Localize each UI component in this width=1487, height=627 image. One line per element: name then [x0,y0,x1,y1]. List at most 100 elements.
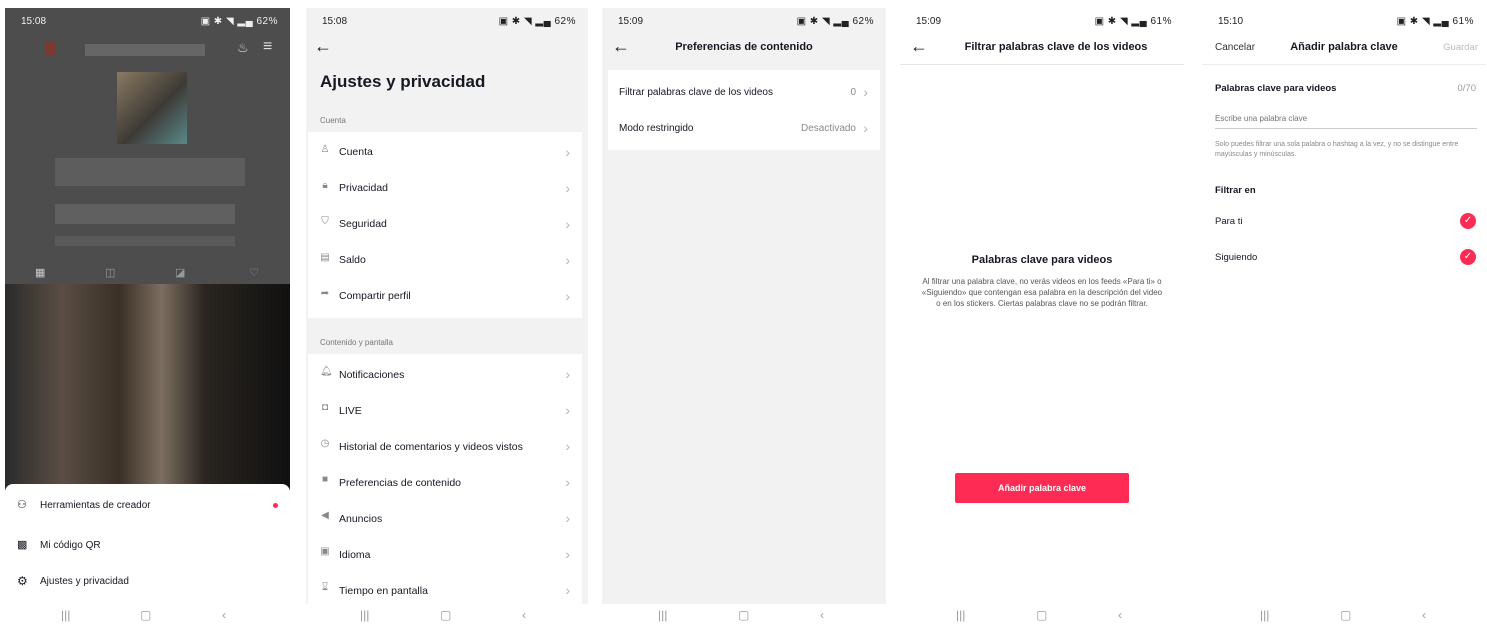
chevron-right-icon: › [565,216,570,232]
settings-item-live[interactable]: ◘ LIVE › [308,390,582,426]
chevron-right-icon: › [863,84,868,100]
settings-item-tiempo[interactable]: ⌛︎ Tiempo en pantalla › [308,570,582,606]
home-icon[interactable]: ▢ [440,608,451,622]
preferences-group: Filtrar palabras clave de los videos 0 ›… [608,70,880,150]
option-para-ti[interactable]: Para ti ✓ [1202,208,1486,236]
keyword-input[interactable] [1215,108,1477,129]
page-title: Filtrar palabras clave de los videos [964,41,1148,53]
screen-content-preferences: 15:09 ▣ ✱ ◥ ▂▄ 62% ← Preferencias de con… [602,8,886,626]
screen-profile: 15:08 ▣ ✱ ◥ ▂▄ 62% ♨ ≡ ▦ ◫ ◪ ♡ ⚇ Herrami… [5,8,290,626]
wallet-icon: ▤ [320,252,330,263]
settings-item-historial[interactable]: ◷ Historial de comentarios y videos vist… [308,426,582,462]
add-keyword-button[interactable]: Añadir palabra clave [955,473,1129,503]
back-icon[interactable]: ‹ [1422,608,1426,622]
status-battery: 62% [554,16,576,27]
menu-item-label: Ajustes y privacidad [40,576,129,587]
chevron-right-icon: › [565,474,570,490]
home-icon[interactable]: ▢ [738,608,749,622]
status-bar: 15:09 ▣ ✱ ◥ ▂▄ 62% [618,16,874,27]
back-icon[interactable]: ‹ [820,608,824,622]
status-time: 15:09 [916,16,942,27]
settings-item-preferencias[interactable]: ■ Preferencias de contenido › [308,462,582,498]
avatar[interactable] [117,72,187,144]
grid-tab-icon[interactable]: ▦ [35,266,45,279]
settings-item-compartir-perfil[interactable]: ➦ Compartir perfil › [308,276,582,312]
screen-keyword-filter: 15:09 ▣ ✱ ◥ ▂▄ 61% ← Filtrar palabras cl… [900,8,1184,626]
stats-blurred [55,158,245,186]
settings-item-saldo[interactable]: ▤ Saldo › [308,240,582,276]
repost-tab-icon[interactable]: ◪ [175,266,185,279]
home-icon[interactable]: ▢ [1036,608,1047,622]
chevron-right-icon: › [565,582,570,598]
status-time: 15:10 [1218,16,1244,27]
check-icon[interactable]: ✓ [1460,249,1476,265]
lock-tab-icon[interactable]: ◫ [105,266,115,279]
liked-tab-icon[interactable]: ♡ [249,266,259,279]
back-icon[interactable]: ‹ [1118,608,1122,622]
settings-item-privacidad[interactable]: 🔒︎ Privacidad › [308,168,582,204]
field-label: Palabras clave para videos [1215,83,1337,94]
clock-icon: ◷ [320,438,330,449]
settings-gear-icon: ⚙ [17,574,28,588]
status-bar: 15:08 ▣ ✱ ◥ ▂▄ 62% [322,16,576,27]
settings-item-cuenta[interactable]: ♙ Cuenta › [308,132,582,168]
live-icon: ◘ [321,402,329,413]
check-icon[interactable]: ✓ [1460,213,1476,229]
row-restricted-mode[interactable]: Modo restringido Desactivado › [608,110,880,150]
bio-blurred [55,236,235,246]
person-icon: ♙ [320,144,330,155]
back-arrow-icon[interactable]: ← [314,36,332,57]
screen-settings: 15:08 ▣ ✱ ◥ ▂▄ 62% ← Ajustes y privacida… [306,8,588,626]
menu-item-settings[interactable]: ⚙ Ajustes y privacidad [5,560,290,596]
back-arrow-icon[interactable]: ← [910,36,928,57]
status-bar: 15:08 ▣ ✱ ◥ ▂▄ 62% [21,16,278,27]
system-nav: ||| ▢ ‹ [1202,604,1486,626]
bell-icon: 🔔︎ [320,366,333,377]
save-button[interactable]: Guardar [1443,42,1478,53]
header-divider [900,64,1184,65]
field-hint: Solo puedes filtrar una sola palabra o h… [1215,141,1459,158]
bag-icon[interactable] [45,42,55,55]
chevron-right-icon: › [565,288,570,304]
notification-dot [273,503,278,508]
home-icon[interactable]: ▢ [1340,608,1351,622]
option-siguiendo[interactable]: Siguiendo ✓ [1202,244,1486,272]
recents-icon[interactable]: ||| [1260,608,1269,622]
option-label: Siguiendo [1215,252,1258,263]
filter-title: Filtrar en [1215,185,1256,196]
system-nav: ||| ▢ ‹ [306,604,588,626]
header-divider [1202,64,1486,65]
chevron-right-icon: › [565,510,570,526]
home-icon[interactable]: ▢ [140,608,151,622]
creator-tools-icon: ⚇ [17,499,27,511]
row-keyword-filter[interactable]: Filtrar palabras clave de los videos 0 › [608,70,880,110]
video-thumbnail[interactable] [5,284,290,494]
recents-icon[interactable]: ||| [658,608,667,622]
chevron-right-icon: › [565,252,570,268]
recents-icon[interactable]: ||| [360,608,369,622]
profile-overlay[interactable]: 15:08 ▣ ✱ ◥ ▂▄ 62% ♨ ≡ ▦ ◫ ◪ ♡ [5,8,290,284]
username-blurred [85,44,205,56]
content-group: 🔔︎ Notificaciones › ◘ LIVE › ◷ Historial… [308,354,582,614]
settings-item-notificaciones[interactable]: 🔔︎ Notificaciones › [308,354,582,390]
menu-icon[interactable]: ≡ [263,38,272,56]
settings-item-idioma[interactable]: ▣ Idioma › [308,534,582,570]
empty-state-heading: Palabras clave para videos [971,254,1113,266]
settings-item-seguridad[interactable]: ⛉ Seguridad › [308,204,582,240]
chevron-right-icon: › [565,546,570,562]
status-bar: 15:09 ▣ ✱ ◥ ▂▄ 61% [916,16,1172,27]
back-icon[interactable]: ‹ [222,608,226,622]
empty-state-description: Al filtrar una palabra clave, no verás v… [921,277,1163,308]
menu-item-creator-tools[interactable]: ⚇ Herramientas de creador [5,484,290,520]
back-icon[interactable]: ‹ [522,608,526,622]
system-nav: ||| ▢ ‹ [5,604,290,626]
status-time: 15:08 [322,16,348,27]
recents-icon[interactable]: ||| [956,608,965,622]
footprint-icon[interactable]: ♨ [237,40,249,56]
menu-item-qr-code[interactable]: ▩ Mi código QR [5,524,290,560]
bottom-sheet: ⚇ Herramientas de creador ▩ Mi código QR… [5,484,290,604]
settings-item-anuncios[interactable]: ◀ Anuncios › [308,498,582,534]
menu-item-label: Herramientas de creador [40,500,151,511]
recents-icon[interactable]: ||| [61,608,70,622]
status-time: 15:09 [618,16,644,27]
